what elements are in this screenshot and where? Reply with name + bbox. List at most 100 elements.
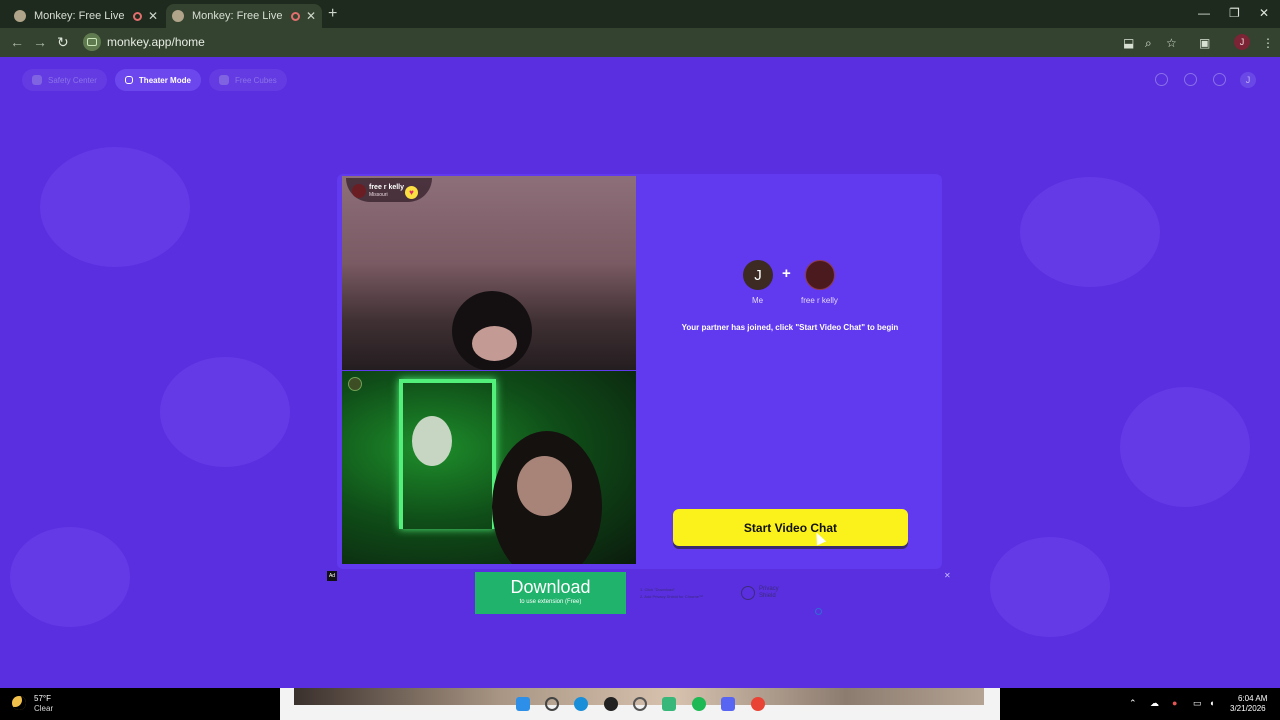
minimize-button[interactable]: — — [1198, 6, 1210, 20]
download-label: Download — [510, 577, 591, 597]
ad-step: 2. Add Privacy Shield for Chrome™ — [640, 594, 703, 599]
weather-condition[interactable]: Clear — [34, 704, 53, 713]
brand-line: Shield — [759, 593, 776, 599]
self-video — [342, 371, 636, 564]
background-blob — [10, 527, 130, 627]
address-bar-row: ← → ↻ monkey.app/home ⬓ ⌕ ☆ ▣ ⋮ — [0, 28, 1280, 57]
omnibox[interactable]: monkey.app/home — [80, 31, 1100, 53]
moon-icon[interactable] — [12, 696, 26, 710]
ad-instructions: 1. Click "Download" 2. Add Privacy Shiel… — [640, 586, 732, 600]
download-sublabel: to use extension (Free) — [519, 599, 582, 605]
history-icon[interactable] — [1184, 73, 1197, 86]
background-blob — [990, 537, 1110, 637]
obs-icon[interactable] — [604, 697, 618, 711]
onedrive-icon[interactable]: ☁ — [1150, 698, 1159, 709]
settings-icon[interactable] — [1213, 73, 1226, 86]
windows-taskbar: 57°F Clear ⌃ ☁ ● ▭ ◖ 6:04 AM 3/21/2026 — [0, 688, 1280, 720]
browser-tab[interactable]: Monkey: Free Live Video Ch ✕ — [8, 4, 164, 28]
network-icon[interactable]: ▭ — [1193, 698, 1202, 709]
coins-icon[interactable] — [1155, 73, 1168, 86]
partner-face — [472, 326, 517, 361]
chrome-icon[interactable] — [751, 697, 765, 711]
restore-button[interactable]: ❐ — [1229, 6, 1240, 20]
monkey-favicon-icon — [172, 10, 184, 22]
heart-icon[interactable]: ♥ — [405, 186, 418, 199]
browser-tab-bar: Monkey: Free Live Video Ch ✕ Monkey: Fre… — [0, 0, 1280, 28]
nav-theater-mode[interactable]: Theater Mode — [114, 69, 201, 91]
top-navigation: Safety Center Theater Mode Free Cubes — [22, 69, 287, 91]
cube-icon — [218, 75, 229, 85]
close-ad-icon[interactable]: ✕ — [944, 571, 951, 580]
close-window-button[interactable]: ✕ — [1259, 6, 1269, 20]
nav-label: Free Cubes — [234, 75, 277, 85]
nav-label: Theater Mode — [138, 75, 191, 85]
monkey-page: Safety Center Theater Mode Free Cubes J … — [0, 57, 1280, 688]
status-message: Your partner has joined, click "Start Vi… — [681, 323, 899, 332]
menu-kebab-icon[interactable]: ⋮ — [1262, 36, 1274, 50]
shield-icon — [32, 75, 42, 85]
microphone-icon[interactable]: ● — [1172, 698, 1177, 708]
bookmark-star-icon[interactable]: ☆ — [1166, 36, 1177, 50]
partner-name: free r kelly — [369, 184, 405, 191]
partner-label: free r kelly — [801, 296, 838, 305]
me-avatar: J — [743, 260, 773, 290]
start-video-chat-button[interactable]: Start Video Chat — [673, 509, 908, 546]
clock-time[interactable]: 6:04 AM — [1238, 694, 1267, 703]
tab-title: Monkey: Free Live Video Ch — [192, 10, 285, 22]
partner-avatar — [352, 184, 366, 198]
me-label: Me — [752, 296, 764, 305]
ad-step: 1. Click "Download" — [640, 587, 675, 592]
browser-tab-active[interactable]: Monkey: Free Live Video Ch ✕ — [166, 4, 322, 28]
background-blob — [160, 357, 290, 467]
side-panel-icon[interactable]: ▣ — [1199, 36, 1210, 50]
nav-free-cubes[interactable]: Free Cubes — [208, 69, 287, 91]
plus-icon: + — [782, 265, 791, 282]
ad-info-icon[interactable] — [815, 608, 822, 615]
tab-title: Monkey: Free Live Video Ch — [34, 10, 127, 22]
background-blob — [1120, 387, 1250, 507]
brand-line: Privacy — [759, 586, 779, 592]
zoom-icon[interactable]: ⌕ — [1145, 36, 1152, 51]
nav-safety-center[interactable]: Safety Center — [22, 69, 107, 91]
reload-icon[interactable]: ↻ — [57, 34, 69, 51]
video-chat-card: free r kelly Missouri ♥ J + Me free r ke… — [337, 174, 942, 569]
search-icon[interactable] — [545, 697, 559, 711]
partner-video: free r kelly Missouri ♥ — [342, 176, 636, 370]
background-blob — [40, 147, 190, 267]
camera-badge-icon — [348, 377, 362, 391]
self-face — [517, 456, 572, 516]
volume-icon[interactable]: ◖ — [1209, 698, 1214, 708]
messages-icon[interactable] — [662, 697, 676, 711]
expand-icon — [124, 76, 133, 84]
recording-indicator-icon — [290, 11, 300, 21]
discord-icon[interactable] — [721, 697, 735, 711]
nav-label: Safety Center — [48, 75, 97, 85]
profile-avatar[interactable]: J — [1234, 34, 1250, 50]
install-app-icon[interactable]: ⬓ — [1123, 36, 1134, 50]
background-blob — [1020, 177, 1160, 287]
partner-avatar-large — [805, 260, 835, 290]
privacy-shield-logo: Privacy Shield — [741, 586, 779, 600]
close-tab-icon[interactable]: ✕ — [306, 9, 316, 23]
windows-icon[interactable] — [516, 697, 530, 711]
partner-location: Missouri — [369, 192, 388, 198]
forward-icon[interactable]: → — [33, 34, 47, 50]
url-text[interactable]: monkey.app/home — [107, 35, 205, 49]
clock-date[interactable]: 3/21/2026 — [1230, 704, 1266, 713]
settings-icon[interactable] — [633, 697, 647, 711]
download-ad-button[interactable]: Download to use extension (Free) — [475, 572, 626, 614]
new-tab-button[interactable]: + — [328, 5, 337, 23]
back-icon[interactable]: ← — [10, 34, 24, 50]
globe-icon — [741, 586, 755, 600]
tray-chevron-icon[interactable]: ⌃ — [1129, 698, 1137, 709]
edge-icon[interactable] — [574, 697, 588, 711]
site-info-icon[interactable] — [83, 33, 101, 51]
partner-tag: free r kelly Missouri ♥ — [346, 178, 432, 202]
self-hand — [412, 416, 452, 466]
monkey-favicon-icon — [14, 10, 26, 22]
close-tab-icon[interactable]: ✕ — [148, 9, 158, 23]
user-avatar[interactable]: J — [1240, 72, 1256, 88]
weather-temperature[interactable]: 57°F — [34, 694, 51, 703]
ad-badge: Ad — [327, 571, 337, 581]
spotify-icon[interactable] — [692, 697, 706, 711]
